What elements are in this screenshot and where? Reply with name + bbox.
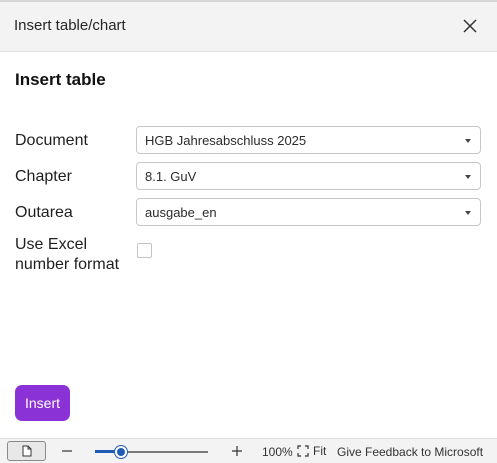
chevron-down-icon bbox=[465, 211, 471, 215]
document-select[interactable]: HGB Jahresabschluss 2025 bbox=[136, 126, 481, 154]
minus-icon bbox=[62, 450, 72, 452]
insert-button[interactable]: Insert bbox=[15, 385, 70, 421]
excel-format-label-line2: number format bbox=[15, 256, 120, 273]
document-select-value: HGB Jahresabschluss 2025 bbox=[145, 133, 307, 148]
fit-icon bbox=[297, 445, 309, 457]
plus-icon bbox=[232, 446, 242, 456]
chapter-label: Chapter bbox=[15, 168, 72, 185]
zoom-percentage: 100% bbox=[262, 445, 293, 459]
fit-label: Fit bbox=[313, 444, 327, 458]
chapter-select[interactable]: 8.1. GuV bbox=[136, 162, 481, 190]
status-bar: 100% Fit Give Feedback to Microsoft bbox=[0, 438, 497, 463]
chevron-down-icon bbox=[465, 175, 471, 179]
dialog-title: Insert table/chart bbox=[14, 17, 126, 34]
zoom-out-button[interactable] bbox=[58, 442, 76, 460]
page-icon bbox=[22, 445, 31, 457]
outarea-select-value: ausgabe_en bbox=[145, 205, 217, 220]
chapter-select-value: 8.1. GuV bbox=[145, 169, 197, 184]
fit-button[interactable]: Fit bbox=[297, 443, 326, 459]
excel-format-label-line1: Use Excel bbox=[15, 236, 88, 253]
page-view-button[interactable] bbox=[7, 441, 46, 461]
outarea-select[interactable]: ausgabe_en bbox=[136, 198, 481, 226]
chevron-down-icon bbox=[465, 139, 471, 143]
close-button[interactable] bbox=[458, 14, 482, 38]
dialog-titlebar: Insert table/chart bbox=[0, 2, 497, 52]
feedback-link[interactable]: Give Feedback to Microsoft bbox=[337, 445, 483, 459]
document-label: Document bbox=[15, 132, 88, 149]
zoom-slider-thumb[interactable] bbox=[114, 446, 127, 458]
section-heading: Insert table bbox=[15, 70, 106, 89]
zoom-in-button[interactable] bbox=[228, 442, 246, 460]
close-icon bbox=[463, 19, 477, 33]
excel-format-checkbox[interactable] bbox=[137, 243, 152, 258]
outarea-label: Outarea bbox=[15, 204, 73, 221]
